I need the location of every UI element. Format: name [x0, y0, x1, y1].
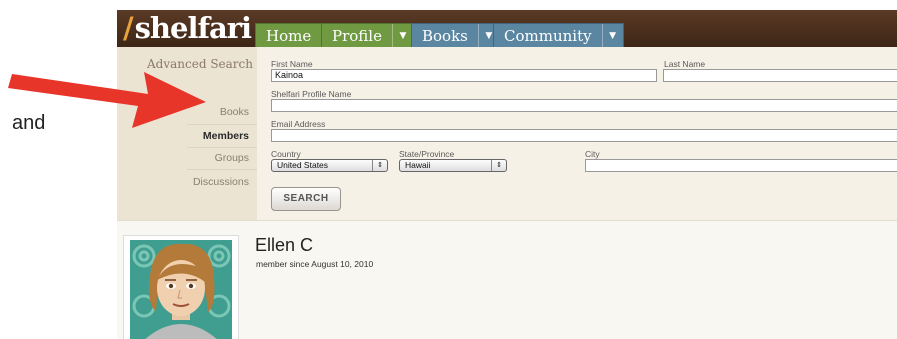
nav-community[interactable]: Community ▼: [493, 23, 624, 48]
nav-home-label: Home: [266, 26, 312, 45]
sidebar-item-books[interactable]: Books: [220, 106, 249, 118]
annotation-word: and: [12, 112, 46, 134]
logo-mark: /: [123, 11, 134, 45]
nav-profile[interactable]: Profile ▼: [321, 23, 414, 48]
chevron-down-icon[interactable]: ▼: [391, 23, 413, 48]
member-search-form: First Name Kainoa Last Name Shelfari Pro…: [257, 47, 897, 220]
select-arrows-icon: ⇕: [372, 160, 387, 171]
member-name[interactable]: Ellen C: [255, 235, 313, 256]
last-name-label: Last Name: [664, 59, 706, 69]
top-navigation-bar: /shelfari Home Profile ▼ Books ▼ Communi…: [117, 10, 897, 48]
city-label: City: [585, 149, 600, 159]
divider: [187, 169, 257, 170]
select-arrows-icon: ⇕: [491, 160, 506, 171]
avatar[interactable]: [123, 235, 239, 339]
sidebar-item-groups[interactable]: Groups: [215, 152, 249, 164]
first-name-field[interactable]: Kainoa: [271, 69, 657, 82]
shelfari-logo[interactable]: /shelfari: [123, 11, 252, 45]
advanced-search-sidebar: Advanced Search Books Members Groups Dis…: [117, 47, 258, 220]
country-value: United States: [277, 160, 329, 170]
sidebar-item-members[interactable]: Members: [203, 130, 249, 142]
search-button[interactable]: SEARCH: [271, 187, 341, 211]
member-result: Ellen C member since August 10, 2010: [117, 220, 897, 339]
nav-community-label: Community: [504, 26, 592, 45]
avatar-image: [130, 240, 232, 339]
country-label: Country: [271, 149, 301, 159]
last-name-field[interactable]: [663, 69, 897, 82]
nav-books[interactable]: Books ▼: [411, 23, 500, 48]
email-field[interactable]: [271, 129, 897, 142]
state-select[interactable]: Hawaii ⇕: [399, 159, 507, 172]
sidebar-title: Advanced Search: [147, 57, 253, 71]
member-since: member since August 10, 2010: [256, 259, 374, 269]
divider: [187, 147, 257, 148]
profile-name-label: Shelfari Profile Name: [271, 89, 352, 99]
first-name-label: First Name: [271, 59, 313, 69]
sidebar-item-discussions[interactable]: Discussions: [193, 176, 249, 188]
email-label: Email Address: [271, 119, 326, 129]
nav-books-label: Books: [422, 26, 468, 45]
logo-text: shelfari: [134, 11, 252, 45]
divider: [187, 124, 257, 125]
state-value: Hawaii: [405, 160, 431, 170]
shelfari-page: /shelfari Home Profile ▼ Books ▼ Communi…: [117, 10, 897, 339]
profile-name-field[interactable]: [271, 99, 897, 112]
nav-profile-label: Profile: [332, 26, 382, 45]
country-select[interactable]: United States ⇕: [271, 159, 388, 172]
chevron-down-icon[interactable]: ▼: [601, 23, 623, 48]
state-label: State/Province: [399, 149, 455, 159]
nav-home[interactable]: Home: [255, 23, 323, 47]
city-field[interactable]: [585, 159, 897, 172]
